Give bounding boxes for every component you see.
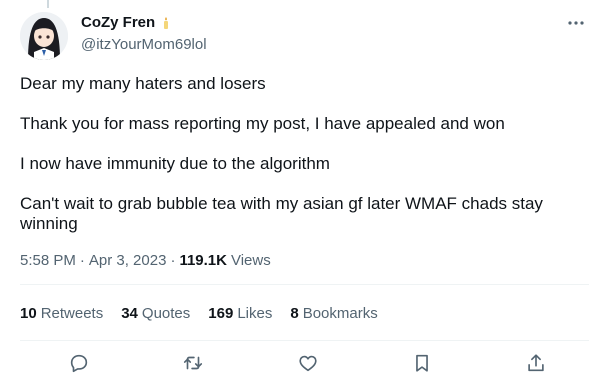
retweets-count: 10 [20, 305, 37, 322]
divider [20, 340, 589, 341]
retweets-stat[interactable]: 10 Retweets [20, 305, 103, 322]
tweet-paragraph: Can't wait to grab bubble tea with my as… [20, 194, 543, 233]
meta-separator: · [170, 252, 176, 269]
share-icon [528, 354, 544, 372]
likes-stat[interactable]: 169 Likes [208, 305, 272, 322]
tweet-paragraph: I now have immunity due to the algorithm [20, 154, 330, 173]
heart-icon [298, 355, 317, 372]
tweet-date[interactable]: Apr 3, 2023 [89, 252, 167, 269]
quotes-stat[interactable]: 34 Quotes [121, 305, 190, 322]
tweet-paragraph: Dear my many haters and losers [20, 74, 266, 93]
divider [20, 284, 589, 285]
avatar-image [20, 12, 68, 60]
quotes-label: Quotes [141, 305, 191, 322]
like-button[interactable] [295, 350, 321, 376]
retweets-label: Retweets [40, 305, 104, 322]
reply-button[interactable] [66, 350, 92, 376]
views-label: Views [230, 252, 271, 269]
action-bar [20, 350, 589, 378]
tweet-text: Dear my many haters and losers Thank you… [20, 74, 580, 254]
display-name[interactable]: CoZy Fren [81, 14, 155, 31]
tweet-card: CoZy Fren @itzYourMom69lol Dear my many … [0, 0, 609, 382]
author-name-row: CoZy Fren [81, 14, 173, 31]
engagement-stats: 10 Retweets 34 Quotes 169 Likes 8 Bookmarks [20, 305, 378, 322]
candle-badge-icon [159, 16, 173, 30]
bookmarks-stat[interactable]: 8 Bookmarks [290, 305, 377, 322]
bookmarks-label: Bookmarks [302, 305, 378, 322]
thread-connector [47, 0, 49, 8]
quotes-count: 34 [121, 305, 138, 322]
views-count[interactable]: 119.1K [179, 252, 227, 269]
author-handle[interactable]: @itzYourMom69lol [81, 36, 207, 53]
share-button[interactable] [523, 350, 549, 376]
retweet-icon [184, 356, 203, 370]
tweet-time[interactable]: 5:58 PM [20, 252, 76, 269]
reply-icon [70, 354, 88, 373]
bookmark-button[interactable] [409, 350, 435, 376]
meta-separator: · [79, 252, 85, 269]
avatar[interactable] [20, 12, 68, 60]
tweet-paragraph: Thank you for mass reporting my post, I … [20, 114, 505, 133]
retweet-button[interactable] [180, 350, 206, 376]
bookmark-icon [415, 354, 428, 372]
bookmarks-count: 8 [290, 305, 299, 322]
likes-count: 169 [208, 305, 234, 322]
likes-label: Likes [237, 305, 273, 322]
tweet-meta: 5:58 PM · Apr 3, 2023 · 119.1K Views [20, 252, 271, 269]
more-horizontal-icon[interactable] [567, 14, 585, 32]
